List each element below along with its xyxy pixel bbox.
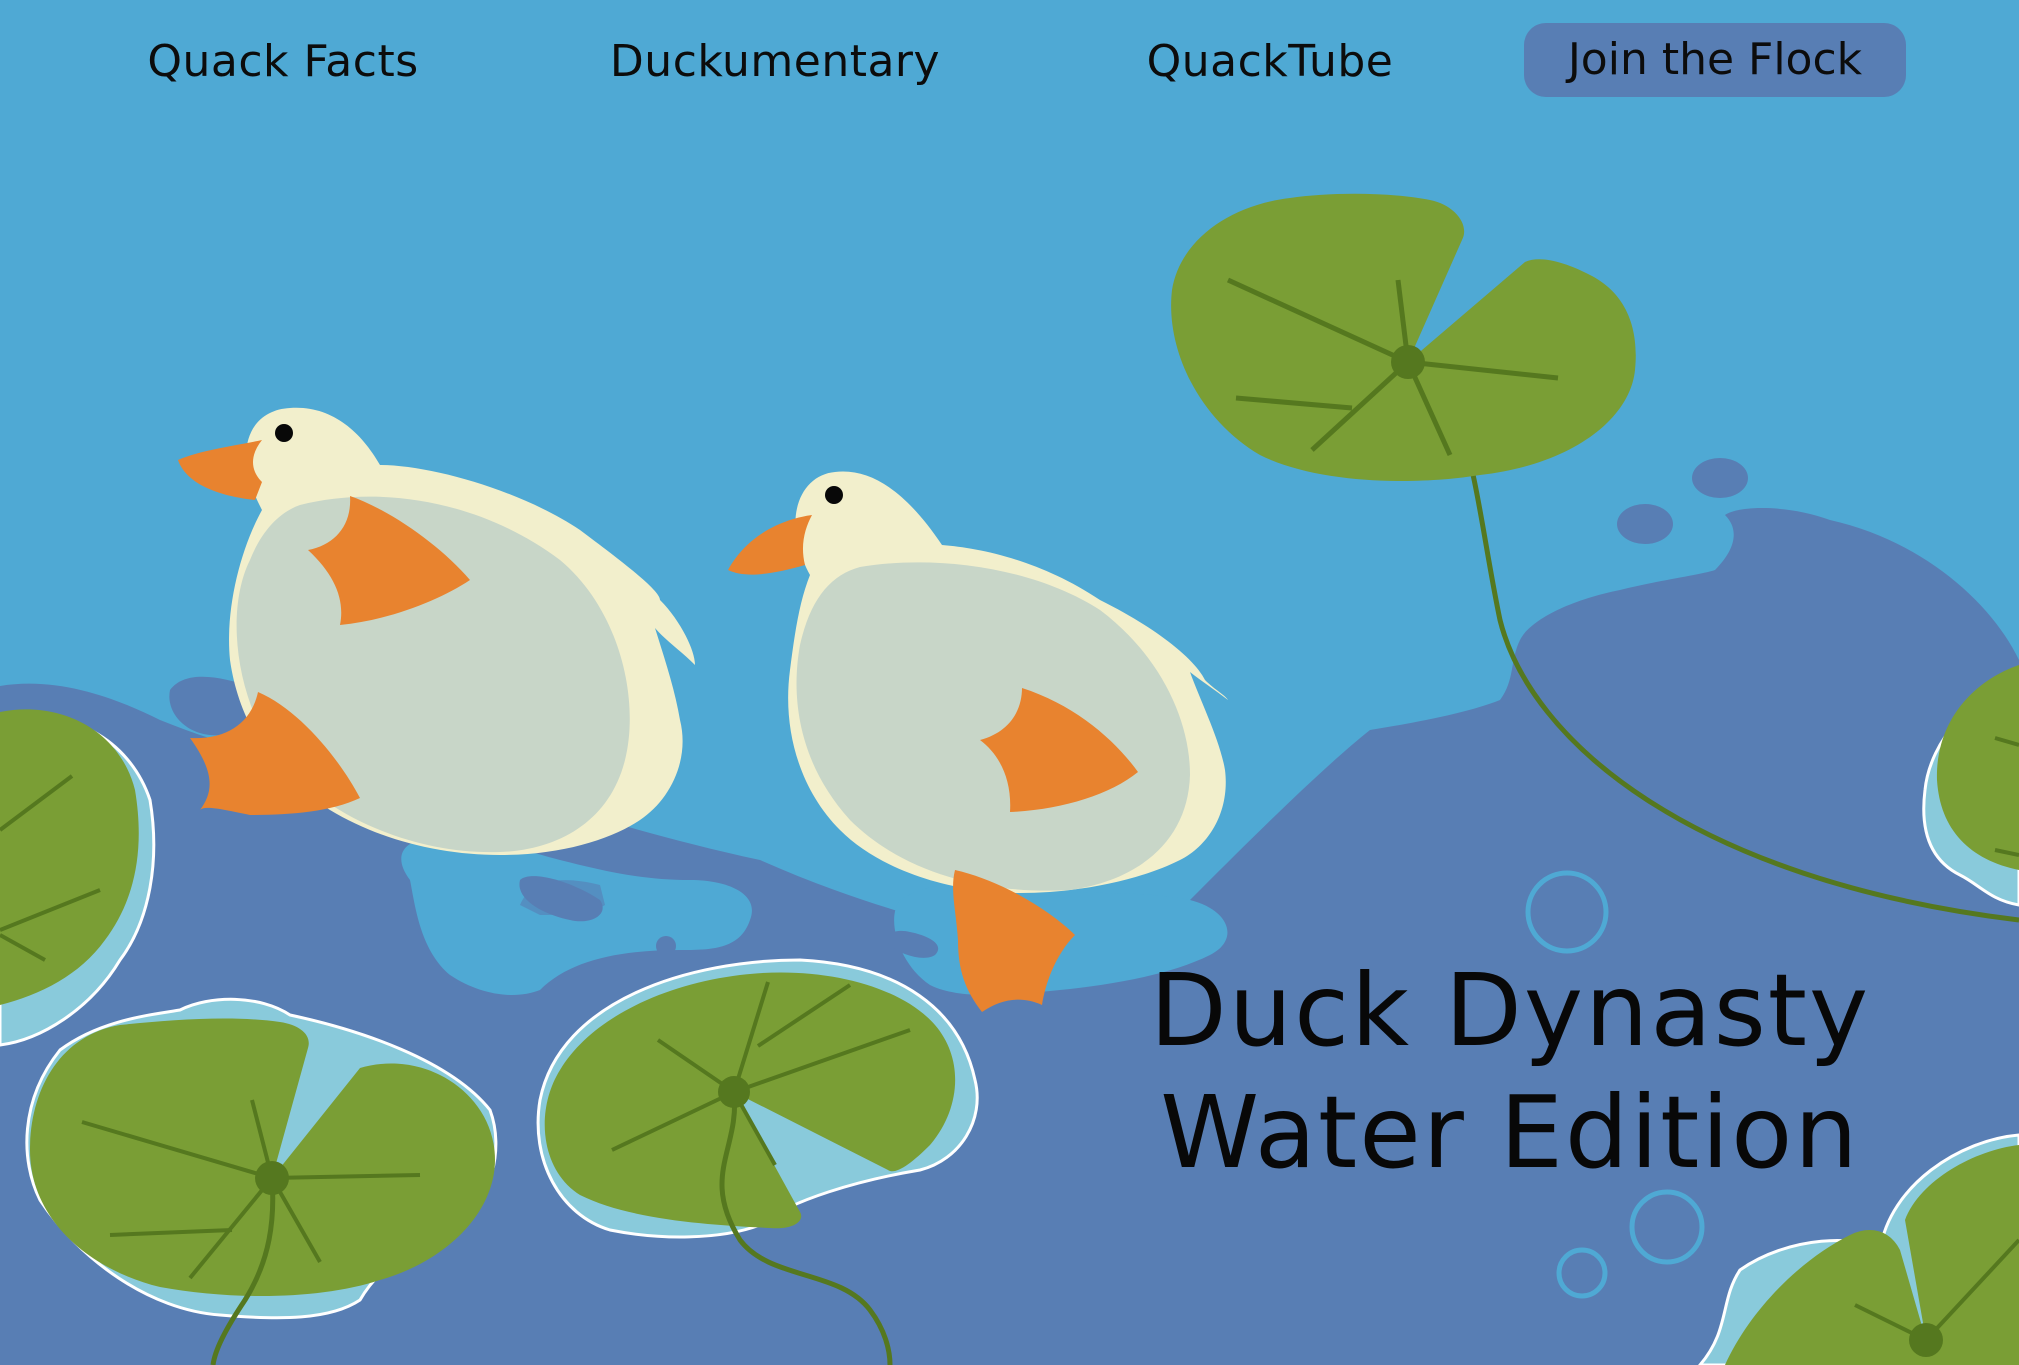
nav-link-quack-facts[interactable]: Quack Facts [118,30,448,94]
water-blob [656,936,676,956]
top-navigation: Quack Facts Duckumentary QuackTube Join … [0,0,2019,124]
water-blob [1692,458,1748,498]
join-the-flock-button[interactable]: Join the Flock [1524,23,1906,97]
nav-link-quacktube[interactable]: QuackTube [1120,30,1420,94]
lily-center [718,1076,750,1108]
water-blob [1617,504,1673,544]
hero-title: Duck Dynasty Water Edition [1080,950,1940,1194]
hero-title-line-2: Water Edition [1160,1074,1860,1191]
lily-center [1909,1323,1943,1357]
lily-center [255,1161,289,1195]
hero-title-line-1: Duck Dynasty [1149,952,1871,1069]
lily-center [1391,345,1425,379]
duck-eye [825,486,843,504]
duck-eye [275,424,293,442]
nav-link-duckumentary[interactable]: Duckumentary [590,30,960,94]
